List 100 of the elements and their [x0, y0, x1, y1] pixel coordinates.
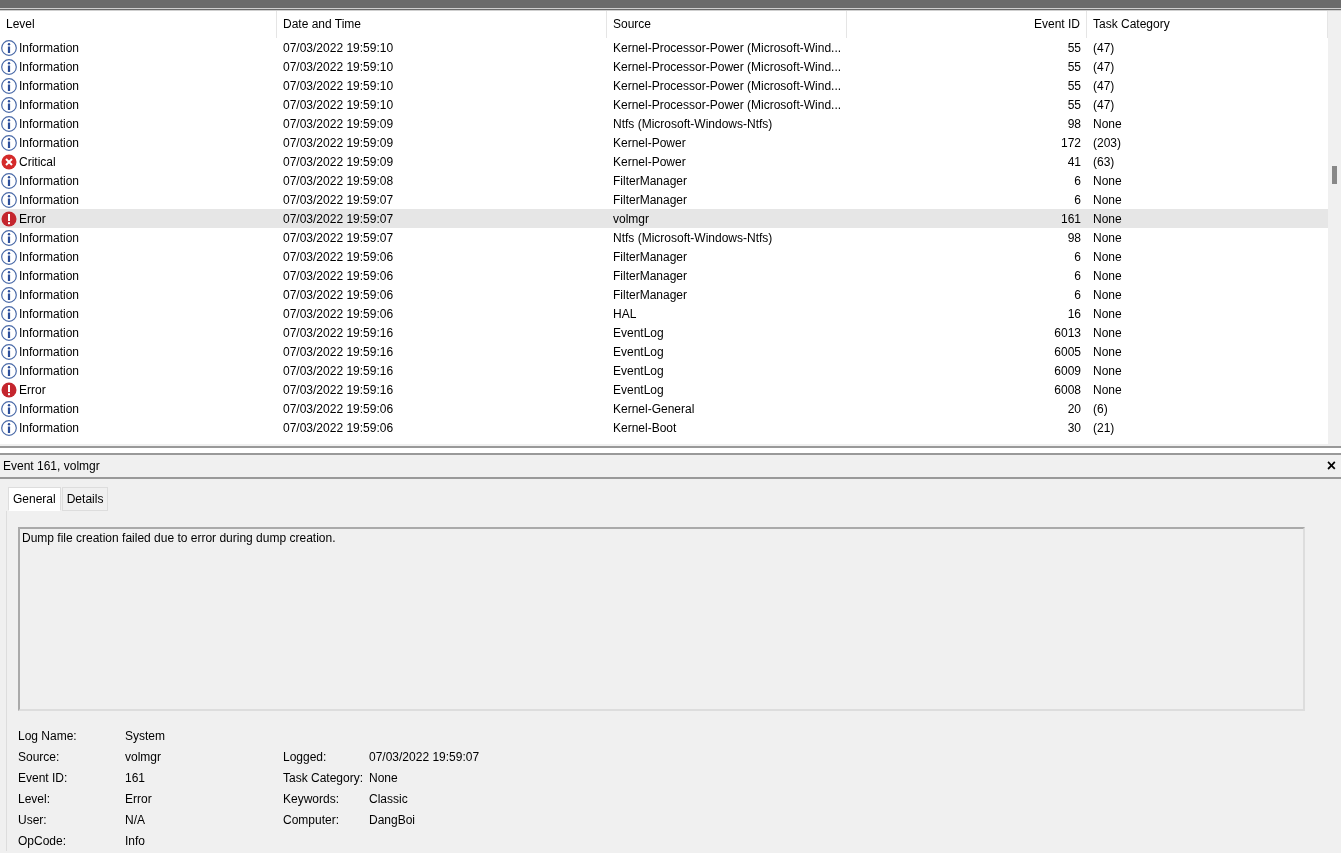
level-text: Information	[19, 420, 80, 435]
event-id-cell-text: 172	[1059, 135, 1082, 150]
event-row[interactable]: Information 07/03/2022 19:59:06 FilterManager 6 None	[0, 266, 1328, 285]
date-cell-text: 07/03/2022 19:59:06	[282, 287, 395, 302]
event-row[interactable]: Information 07/03/2022 19:59:10 Kernel-Processor-Power (Microsoft-Wind... 55 (47)	[0, 57, 1328, 76]
date-cell-text: 07/03/2022 19:59:06	[282, 249, 395, 264]
level-text: Information	[19, 344, 80, 359]
level-text: Information	[19, 192, 80, 207]
category-cell-text: (47)	[1092, 40, 1116, 55]
category-cell-text: None	[1092, 287, 1123, 302]
date-cell-text: 07/03/2022 19:59:10	[282, 59, 395, 74]
event-row[interactable]: Information 07/03/2022 19:59:08 FilterManager 6 None	[0, 171, 1328, 190]
field-value: None	[369, 770, 398, 785]
tab[interactable]: Details	[61, 487, 109, 511]
field-value: N/A	[125, 812, 145, 827]
column-header[interactable]: Event ID	[847, 11, 1087, 38]
details-title: Event 161, volmgr	[3, 459, 100, 473]
event-row[interactable]: Information 07/03/2022 19:59:10 Kernel-Processor-Power (Microsoft-Wind... 55 (47)	[0, 95, 1328, 114]
event-row[interactable]: Information 07/03/2022 19:59:10 Kernel-Processor-Power (Microsoft-Wind... 55 (47)	[0, 38, 1328, 57]
close-button[interactable]: ×	[1324, 457, 1338, 475]
source-cell-text: FilterManager	[612, 249, 689, 264]
category-cell-text: (47)	[1092, 78, 1116, 93]
field-label: Keywords:	[283, 791, 341, 806]
field-value: DangBoi	[369, 812, 416, 827]
splitter[interactable]	[0, 446, 1341, 455]
event-id-cell-text: 55	[1066, 40, 1082, 55]
event-row[interactable]: Information 07/03/2022 19:59:07 Ntfs (Microsoft-Windows-Ntfs) 98 None	[0, 228, 1328, 247]
source-cell-text: Kernel-Processor-Power (Microsoft-Wind...	[612, 97, 843, 112]
column-header[interactable]: Date and Time	[277, 11, 607, 38]
field-label: Event ID:	[18, 770, 69, 785]
category-cell-text: (6)	[1092, 401, 1109, 416]
field-label: Source:	[18, 749, 61, 764]
category-cell-text: None	[1092, 230, 1123, 245]
event-row[interactable]: Information 07/03/2022 19:59:06 Kernel-General 20 (6)	[0, 399, 1328, 418]
date-cell-text: 07/03/2022 19:59:16	[282, 325, 395, 340]
event-row[interactable]: Critical 07/03/2022 19:59:09 Kernel-Power 41 (63)	[0, 152, 1328, 171]
event-row[interactable]: Information 07/03/2022 19:59:06 FilterManager 6 None	[0, 247, 1328, 266]
field-value: Error	[125, 791, 152, 806]
event-row[interactable]: Information 07/03/2022 19:59:09 Kernel-Power 172 (203)	[0, 133, 1328, 152]
event-id-cell-text: 55	[1066, 59, 1082, 74]
scrollbar[interactable]	[1328, 11, 1341, 444]
event-id-cell-text: 55	[1066, 97, 1082, 112]
level-text: Information	[19, 249, 80, 264]
event-id-cell-text: 6	[1073, 192, 1082, 207]
level-text: Information	[19, 135, 80, 150]
category-cell-text: None	[1092, 306, 1123, 321]
level-text: Critical	[19, 154, 56, 169]
field-value: 161	[125, 770, 146, 785]
event-id-cell-text: 16	[1066, 306, 1082, 321]
event-row[interactable]: Information 07/03/2022 19:59:16 EventLog 6005 None	[0, 342, 1328, 361]
field-label: OpCode:	[18, 833, 68, 848]
field-label: Level:	[18, 791, 52, 806]
category-cell-text: None	[1092, 268, 1123, 283]
event-row[interactable]: Information 07/03/2022 19:59:06 FilterManager 6 None	[0, 285, 1328, 304]
date-cell-text: 07/03/2022 19:59:09	[282, 116, 395, 131]
event-id-cell-text: 6005	[1053, 344, 1082, 359]
field-label: Log Name:	[18, 728, 78, 743]
field-value: System	[125, 728, 165, 743]
category-cell-text: None	[1092, 363, 1123, 378]
event-row[interactable]: Information 07/03/2022 19:59:09 Ntfs (Microsoft-Windows-Ntfs) 98 None	[0, 114, 1328, 133]
level-text: Information	[19, 287, 80, 302]
tab[interactable]: General	[8, 487, 61, 511]
event-row[interactable]: Error 07/03/2022 19:59:07 volmgr 161 None	[0, 209, 1328, 228]
date-cell-text: 07/03/2022 19:59:07	[282, 230, 395, 245]
event-row[interactable]: Information 07/03/2022 19:59:07 FilterManager 6 None	[0, 190, 1328, 209]
date-cell-text: 07/03/2022 19:59:16	[282, 382, 395, 397]
date-cell-text: 07/03/2022 19:59:10	[282, 97, 395, 112]
category-cell-text: None	[1092, 325, 1123, 340]
event-id-cell-text: 6	[1073, 249, 1082, 264]
field-value: Info	[125, 833, 145, 848]
field-value: 07/03/2022 19:59:07	[369, 749, 480, 764]
level-text: Information	[19, 97, 80, 112]
category-cell-text: None	[1092, 382, 1123, 397]
event-row[interactable]: Information 07/03/2022 19:59:06 HAL 16 None	[0, 304, 1328, 323]
field-label: Task Category:	[283, 770, 365, 785]
event-row[interactable]: Error 07/03/2022 19:59:16 EventLog 6008 None	[0, 380, 1328, 399]
column-header[interactable]: Source	[607, 11, 847, 38]
source-cell-text: volmgr	[612, 211, 650, 226]
field-value: volmgr	[125, 749, 161, 764]
event-id-cell-text: 6013	[1053, 325, 1082, 340]
level-text: Information	[19, 116, 80, 131]
date-cell-text: 07/03/2022 19:59:07	[282, 211, 395, 226]
source-cell-text: Ntfs (Microsoft-Windows-Ntfs)	[612, 230, 774, 245]
column-header[interactable]: Level	[0, 11, 277, 38]
date-cell-text: 07/03/2022 19:59:16	[282, 344, 395, 359]
source-cell-text: Kernel-Processor-Power (Microsoft-Wind...	[612, 40, 843, 55]
event-row[interactable]: Information 07/03/2022 19:59:10 Kernel-Processor-Power (Microsoft-Wind... 55 (47)	[0, 76, 1328, 95]
event-id-cell-text: 98	[1066, 230, 1082, 245]
event-id-cell-text: 41	[1066, 154, 1082, 169]
event-id-cell-text: 6	[1073, 173, 1082, 188]
event-row[interactable]: Information 07/03/2022 19:59:16 EventLog 6009 None	[0, 361, 1328, 380]
date-cell-text: 07/03/2022 19:59:08	[282, 173, 395, 188]
date-cell-text: 07/03/2022 19:59:16	[282, 363, 395, 378]
event-row[interactable]: Information 07/03/2022 19:59:16 EventLog 6013 None	[0, 323, 1328, 342]
field-value: Classic	[369, 791, 408, 806]
event-row[interactable]: Information 07/03/2022 19:59:06 Kernel-Boot 30 (21)	[0, 418, 1328, 437]
source-cell-text: Kernel-Processor-Power (Microsoft-Wind...	[612, 59, 843, 74]
source-cell-text: EventLog	[612, 382, 665, 397]
error-icon	[1, 210, 17, 227]
source-cell-text: Kernel-Boot	[612, 420, 678, 435]
